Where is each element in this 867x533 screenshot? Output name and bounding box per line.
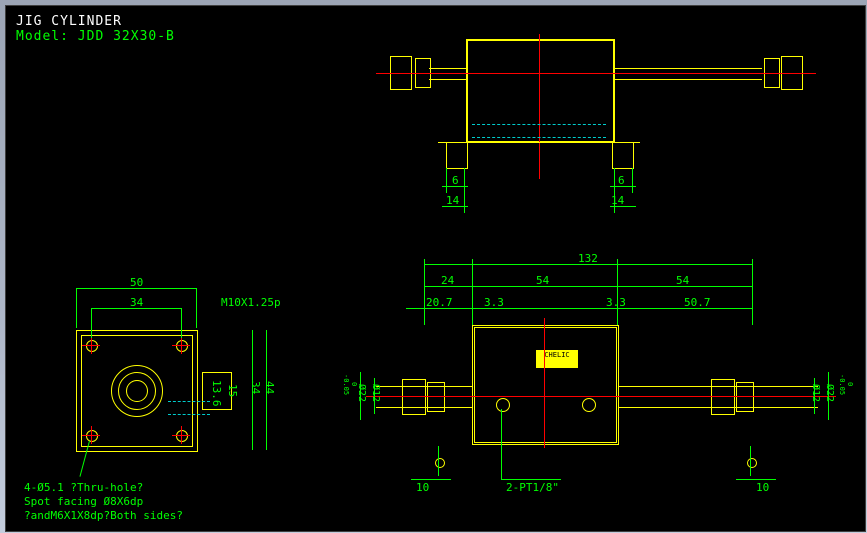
- dim-line: [411, 479, 451, 480]
- note-line-2: Spot facing Ø8X6dp: [24, 495, 183, 509]
- dim-44: 44: [263, 381, 276, 394]
- dim-dia12: Ø12: [810, 384, 821, 402]
- top-foot-leg-r: [612, 142, 634, 169]
- leader-line: [438, 446, 439, 476]
- port-label: 2-PT1/8": [506, 481, 559, 494]
- thread-label: M10X1.25p: [221, 296, 281, 309]
- hole-center-mark: [174, 428, 188, 442]
- dim-tolerance: 0-0.05: [342, 374, 358, 395]
- ext-line: [752, 259, 753, 325]
- ext-line: [181, 308, 182, 338]
- top-shaft-left: [429, 68, 467, 80]
- bore-circle-inner: [126, 380, 148, 402]
- dim-dia22: Ø22: [824, 384, 835, 402]
- dim-line: [736, 479, 776, 480]
- dim-line: [501, 479, 561, 480]
- hole-center-mark: [174, 338, 188, 352]
- dim-line: [424, 286, 752, 287]
- cad-canvas: JIG CYLINDER Model: JDD 32X30-B 6 6 14 1…: [5, 5, 866, 532]
- ext-line: [472, 259, 473, 325]
- dim-dia12: Ø12: [370, 384, 381, 402]
- model-label: Model: JDD 32X30-B: [16, 29, 175, 44]
- front-nut-right-2: [736, 382, 754, 412]
- dim-3-3: 3.3: [484, 296, 504, 309]
- dim-15: 15: [226, 384, 239, 397]
- front-centerline-h: [366, 396, 836, 397]
- ext-line: [446, 168, 447, 193]
- front-centerline-v: [544, 318, 545, 448]
- hex-marker: [435, 458, 445, 468]
- leader-line: [750, 446, 751, 476]
- top-foot-leg-l: [446, 142, 468, 169]
- hole-center-mark: [84, 338, 98, 352]
- ext-line: [617, 259, 618, 325]
- dim-34: 34: [130, 296, 143, 309]
- ext-line: [424, 259, 425, 325]
- dim-6: 6: [618, 174, 625, 187]
- drawing-title: JIG CYLINDER: [16, 14, 122, 29]
- ext-line: [632, 168, 633, 193]
- dim-14: 14: [446, 194, 459, 207]
- left-hidden: [168, 401, 210, 415]
- ext-line: [76, 288, 77, 328]
- dim-10: 10: [416, 481, 429, 494]
- dim-20-7: 20.7: [426, 296, 453, 309]
- top-hidden-line: [472, 124, 606, 138]
- top-shaft-right: [614, 68, 762, 80]
- dim-34v: 34: [249, 381, 262, 394]
- brand-plate: CHELIC: [536, 350, 578, 368]
- dim-3-3: 3.3: [606, 296, 626, 309]
- port-hole-2: [582, 398, 596, 412]
- dim-14: 14: [611, 194, 624, 207]
- centerline-h: [376, 73, 816, 74]
- dim-tolerance: 0-0.05: [838, 374, 854, 395]
- front-nut-left: [402, 379, 426, 415]
- dim-50-7: 50.7: [684, 296, 711, 309]
- front-nut-right: [711, 379, 735, 415]
- leader-line: [501, 409, 502, 479]
- dim-13-6: 13.6: [210, 380, 223, 407]
- dim-50: 50: [130, 276, 143, 289]
- port-hole-1: [496, 398, 510, 412]
- dim-132: 132: [578, 252, 598, 265]
- hole-center-mark: [84, 428, 98, 442]
- dim-54: 54: [676, 274, 689, 287]
- dim-24: 24: [441, 274, 454, 287]
- drawing-notes: 4-Ø5.1 ?Thru-hole? Spot facing Ø8X6dp ?a…: [24, 481, 183, 523]
- dim-6: 6: [452, 174, 459, 187]
- front-nut-left-2: [427, 382, 445, 412]
- right-view-body-inner: [474, 327, 617, 443]
- ext-line: [196, 288, 197, 328]
- hex-marker: [747, 458, 757, 468]
- note-line-1: 4-Ø5.1 ?Thru-hole?: [24, 481, 183, 495]
- ext-line: [91, 308, 92, 338]
- note-line-3: ?andM6X1X8dp?Both sides?: [24, 509, 183, 523]
- dim-10: 10: [756, 481, 769, 494]
- top-foot: [438, 142, 640, 163]
- dim-54: 54: [536, 274, 549, 287]
